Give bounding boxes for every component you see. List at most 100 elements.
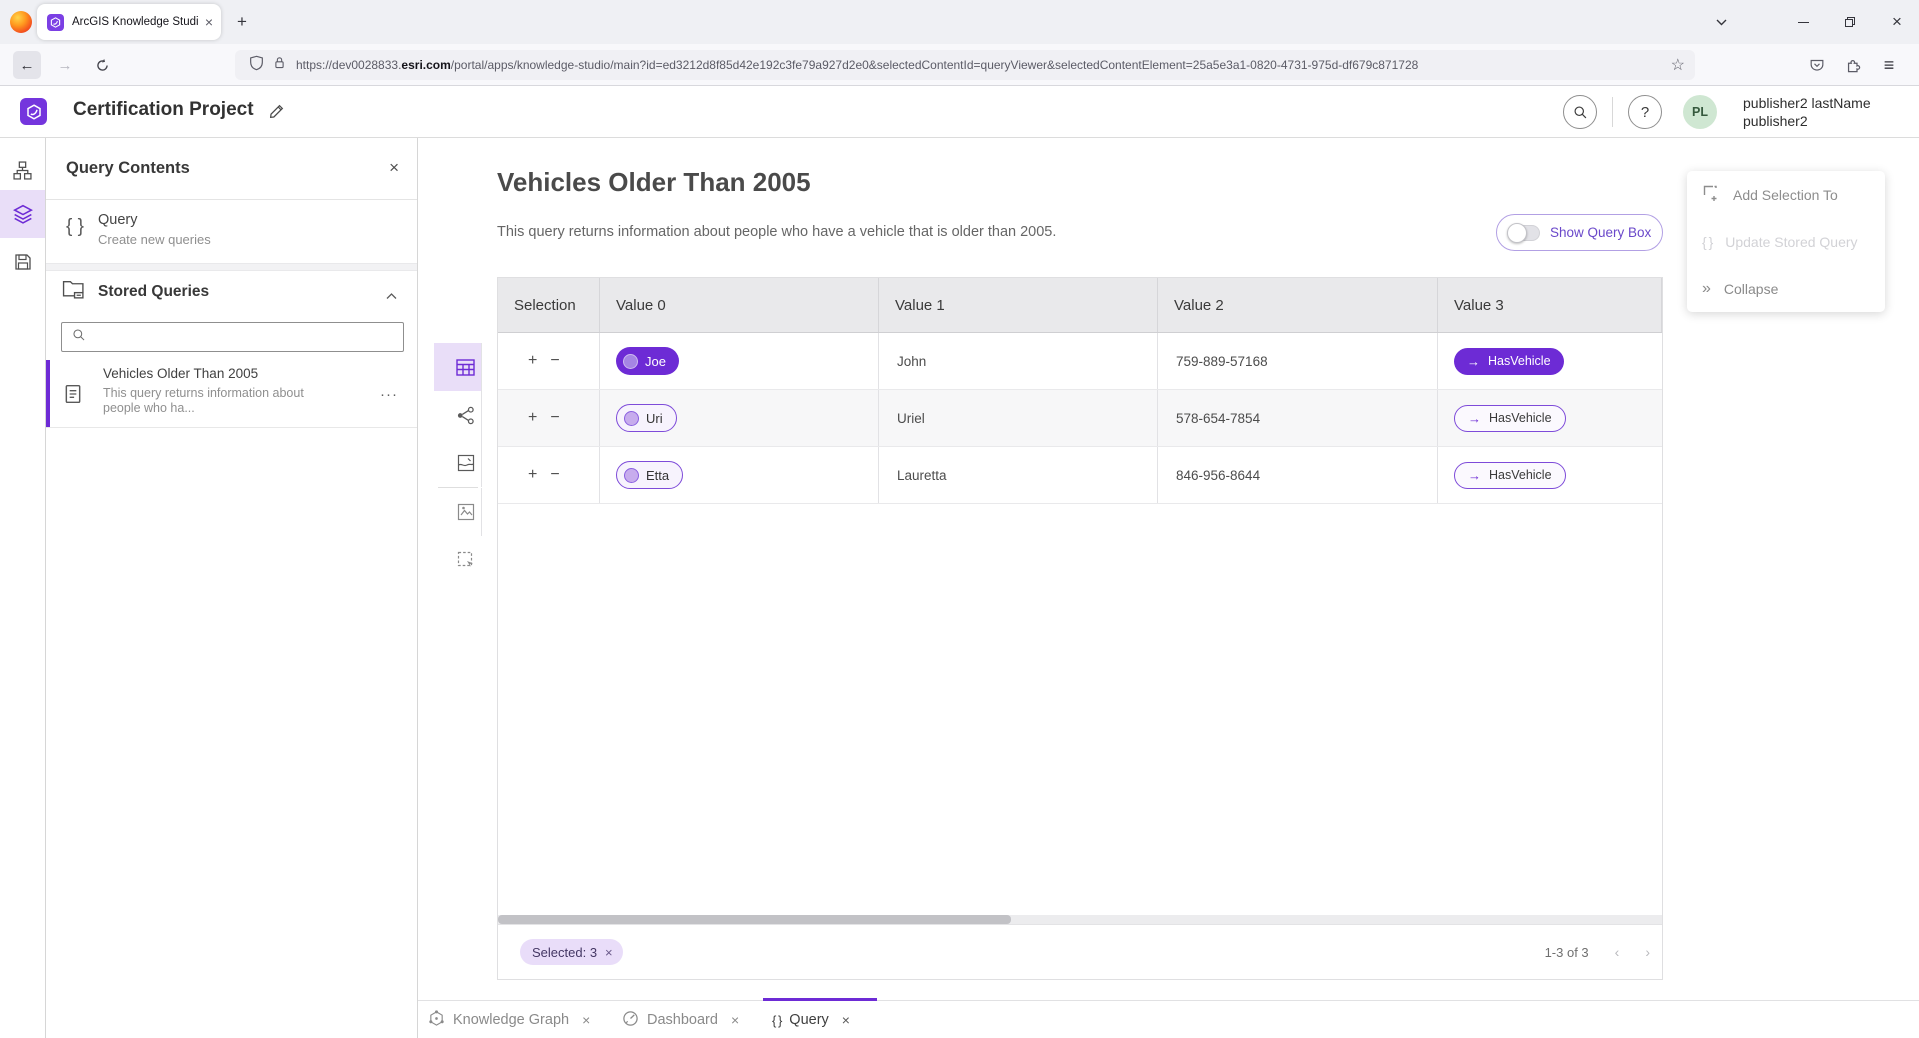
value-cell[interactable]: Uriel — [879, 390, 1158, 446]
query-item[interactable]: { } Query Create new queries — [46, 200, 417, 263]
arrow-icon: → — [1468, 411, 1481, 426]
sidebar-item-contents[interactable] — [0, 190, 45, 238]
selected-indicator-bar — [46, 360, 50, 427]
entity-pill[interactable]: Uri — [616, 404, 677, 432]
previous-page-chevron-icon[interactable]: ‹ — [1615, 944, 1620, 960]
firefox-icon[interactable] — [10, 11, 32, 33]
user-avatar[interactable]: PL — [1683, 95, 1717, 129]
toggle-knob[interactable] — [1507, 223, 1527, 243]
stored-query-item[interactable]: Vehicles Older Than 2005 This query retu… — [46, 360, 417, 428]
table-footer: Selected: 3 × 1-3 of 3 ‹ › — [498, 924, 1662, 979]
remove-from-selection-button[interactable]: − — [537, 352, 559, 370]
toggle-track[interactable] — [1508, 225, 1540, 241]
pocket-icon[interactable] — [1803, 51, 1831, 79]
tab-close-icon[interactable]: × — [205, 14, 213, 30]
sidebar-item-save[interactable] — [0, 238, 45, 286]
arcgis-favicon-icon — [47, 14, 64, 31]
edit-pencil-icon[interactable] — [268, 103, 285, 125]
query-item-sublabel: Create new queries — [98, 232, 211, 247]
window-close-button[interactable]: × — [1877, 0, 1917, 44]
lock-icon[interactable] — [273, 55, 286, 75]
show-query-box-toggle[interactable]: Show Query Box — [1496, 214, 1663, 251]
arrow-icon: → — [1468, 468, 1481, 483]
new-tab-button[interactable]: + — [228, 8, 256, 36]
reload-button[interactable] — [88, 51, 116, 79]
column-header-selection[interactable]: Selection — [498, 278, 600, 332]
bookmark-star-icon[interactable]: ☆ — [1671, 55, 1685, 75]
relationship-pill[interactable]: →HasVehicle — [1454, 405, 1566, 432]
remove-from-selection-button[interactable]: − — [537, 466, 559, 484]
browser-tab[interactable]: ArcGIS Knowledge Studio × — [37, 4, 221, 40]
tab-query[interactable]: { } Query × — [772, 1001, 850, 1038]
add-to-selection-button[interactable]: + — [514, 352, 537, 370]
add-to-selection-button[interactable]: + — [514, 409, 537, 427]
tab-close-icon[interactable]: × — [582, 1012, 590, 1028]
window-minimize-button[interactable] — [1783, 0, 1823, 44]
menu-item-add-selection-to[interactable]: Add Selection To — [1687, 171, 1885, 218]
value-cell[interactable]: John — [879, 333, 1158, 389]
stored-queries-search-input[interactable] — [94, 323, 403, 351]
value-cell[interactable]: Lauretta — [879, 447, 1158, 503]
query-item-label: Query — [98, 212, 138, 228]
table-empty-area — [498, 504, 1662, 915]
panel-separator — [46, 263, 417, 271]
horizontal-scrollbar[interactable] — [498, 915, 1662, 924]
column-header-value1[interactable]: Value 1 — [879, 278, 1158, 332]
folder-icon — [62, 279, 85, 305]
window-restore-button[interactable] — [1830, 0, 1870, 44]
tab-close-icon[interactable]: × — [731, 1012, 739, 1028]
item-options-kebab-icon[interactable]: ··· — [380, 386, 398, 403]
sidebar-item-data-model[interactable] — [0, 146, 45, 194]
stored-queries-search[interactable] — [61, 322, 404, 352]
panel-close-icon[interactable]: × — [389, 158, 399, 178]
tab-knowledge-graph[interactable]: Knowledge Graph × — [428, 1001, 590, 1038]
add-selection-icon — [1702, 184, 1720, 205]
column-header-value3[interactable]: Value 3 — [1438, 278, 1662, 332]
extensions-puzzle-icon[interactable] — [1839, 51, 1867, 79]
user-name-line2: publisher2 — [1743, 112, 1871, 130]
entity-pill[interactable]: Joe — [616, 347, 679, 375]
value-cell[interactable]: 846-956-8644 — [1158, 447, 1438, 503]
shield-icon[interactable] — [249, 55, 264, 76]
select-area-button[interactable] — [434, 536, 482, 584]
help-button[interactable]: ? — [1628, 95, 1662, 129]
tab-dashboard[interactable]: Dashboard × — [622, 1001, 739, 1038]
url-bar[interactable]: https://dev0028833.esri.com/portal/apps/… — [235, 50, 1695, 80]
link-chart-view-button[interactable] — [434, 391, 482, 439]
entity-pill[interactable]: Etta — [616, 461, 683, 489]
remove-from-selection-button[interactable]: − — [537, 409, 559, 427]
chevron-up-icon[interactable] — [386, 287, 397, 305]
add-to-selection-button[interactable]: + — [514, 466, 537, 484]
search-button[interactable] — [1563, 95, 1597, 129]
selected-count-chip[interactable]: Selected: 3 × — [520, 939, 623, 965]
user-name-line1: publisher2 lastName — [1743, 94, 1871, 112]
query-contents-panel: Query Contents × { } Query Create new qu… — [46, 138, 418, 1038]
map-view-button[interactable] — [434, 439, 482, 487]
value-cell[interactable]: 759-889-57168 — [1158, 333, 1438, 389]
relationship-pill[interactable]: →HasVehicle — [1454, 348, 1564, 375]
value-cell[interactable]: 578-654-7854 — [1158, 390, 1438, 446]
menu-item-collapse[interactable]: » Collapse — [1687, 265, 1885, 312]
tab-label: Knowledge Graph — [453, 1012, 569, 1028]
relationship-pill[interactable]: →HasVehicle — [1454, 462, 1566, 489]
curly-braces-icon: { } — [66, 216, 84, 238]
user-name[interactable]: publisher2 lastName publisher2 — [1743, 94, 1871, 130]
map-overlay-view-button[interactable] — [434, 488, 482, 536]
scrollbar-thumb[interactable] — [498, 915, 1011, 924]
panel-title: Query Contents — [66, 159, 190, 178]
column-header-value2[interactable]: Value 2 — [1158, 278, 1438, 332]
next-page-chevron-icon[interactable]: › — [1645, 944, 1650, 960]
query-actions-menu: Add Selection To { } Update Stored Query… — [1687, 171, 1885, 312]
hamburger-menu-icon[interactable]: ≡ — [1875, 51, 1903, 79]
clear-selection-icon[interactable]: × — [605, 945, 613, 960]
tab-list-chevron-icon[interactable] — [1701, 0, 1741, 44]
selection-cell: + − — [498, 447, 600, 503]
tab-label: Query — [789, 1012, 829, 1028]
stored-queries-header[interactable]: Stored Queries — [46, 271, 417, 321]
table-view-button[interactable] — [434, 343, 482, 391]
bottom-tab-bar: Knowledge Graph × Dashboard × { } Query … — [418, 1000, 1919, 1038]
back-button[interactable]: ← — [13, 51, 41, 79]
column-header-value0[interactable]: Value 0 — [600, 278, 879, 332]
tab-close-icon[interactable]: × — [842, 1012, 850, 1028]
relationship-cell: →HasVehicle — [1438, 333, 1662, 389]
